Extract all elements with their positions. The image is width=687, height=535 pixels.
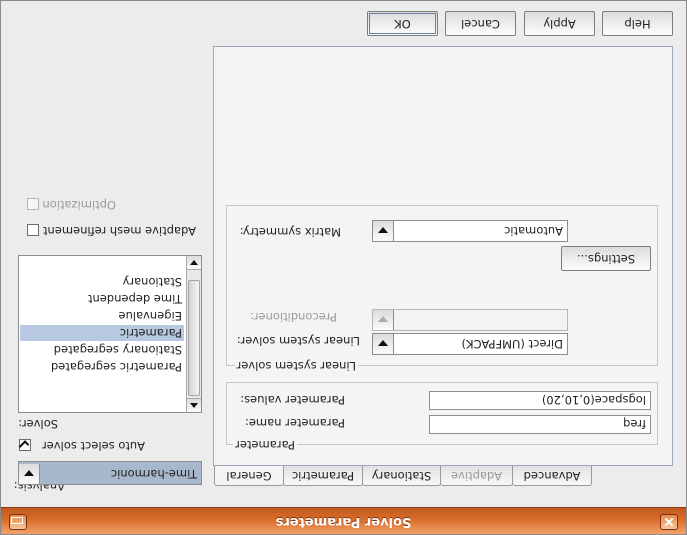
- scroll-down-icon[interactable]: [187, 256, 201, 270]
- tab-parametric[interactable]: Parametric: [283, 466, 363, 486]
- settings-button[interactable]: Settings...: [561, 246, 651, 271]
- apply-button[interactable]: Apply: [524, 11, 595, 36]
- adaptive-mesh-refinement-label: Adaptive mesh refinement: [43, 224, 196, 238]
- analysis-select[interactable]: Time-harmonic: [18, 461, 202, 485]
- cancel-button[interactable]: Cancel: [445, 11, 516, 36]
- parameter-values-field[interactable]: logspace(0,10,20): [429, 391, 651, 410]
- scroll-thumb[interactable]: [188, 280, 200, 396]
- window-title: Solver Parameters: [275, 514, 412, 529]
- optimization-label: Optimization: [42, 198, 116, 212]
- solver-label: Solver:: [18, 417, 58, 431]
- analysis-value: Time-harmonic: [110, 467, 197, 481]
- list-item-selected[interactable]: Parametric: [20, 325, 184, 341]
- general-tab-panel: Parameter Parameter name: freq Parameter…: [213, 46, 673, 466]
- linear-system-solver-value: Direct (UMFPACK): [461, 337, 563, 351]
- tab-advanced[interactable]: Advanced: [512, 466, 592, 486]
- auto-select-solver-checkbox[interactable]: [19, 439, 31, 451]
- list-item[interactable]: Stationary: [20, 274, 184, 290]
- window-menu-icon[interactable]: [9, 514, 27, 530]
- preconditioner-select: [372, 309, 568, 331]
- title-bar[interactable]: Solver Parameters: [1, 507, 686, 534]
- auto-select-solver-label: Auto select solver: [41, 439, 145, 453]
- parameter-name-field[interactable]: freq: [429, 415, 651, 434]
- optimization-checkbox: [27, 198, 39, 210]
- solver-list[interactable]: Stationary Time dependent Eigenvalue Par…: [18, 255, 202, 413]
- parameter-values-label: Parameter values:: [240, 393, 345, 407]
- scroll-up-icon[interactable]: [187, 398, 201, 412]
- tab-stationary[interactable]: Stationary: [362, 466, 441, 486]
- chevron-down-icon[interactable]: [19, 464, 40, 484]
- help-button[interactable]: Help: [602, 11, 673, 36]
- solver-list-scrollbar[interactable]: [186, 256, 201, 412]
- parameter-group-title: Parameter: [233, 438, 297, 452]
- adaptive-mesh-refinement-checkbox[interactable]: [27, 224, 39, 236]
- matrix-symmetry-value: Automatic: [504, 224, 563, 238]
- parameter-name-label: Parameter name:: [245, 416, 345, 430]
- chevron-down-icon[interactable]: [373, 334, 394, 354]
- linear-system-solver-group-title: Linear system solver: [234, 359, 358, 373]
- matrix-symmetry-select[interactable]: Automatic: [372, 220, 568, 242]
- preconditioner-label: Preconditioner:: [250, 310, 337, 324]
- parameter-values-value: logspace(0,10,20): [541, 393, 646, 407]
- chevron-down-icon: [373, 310, 394, 330]
- linear-system-solver-select[interactable]: Direct (UMFPACK): [372, 333, 568, 355]
- linear-system-solver-label: Linear system solver:: [236, 334, 360, 348]
- tab-adaptive: Adaptive: [440, 466, 513, 486]
- matrix-symmetry-label: Matrix symmetry:: [239, 225, 341, 239]
- solver-parameters-dialog: Solver Parameters Analysis: Time-harmoni…: [0, 0, 687, 535]
- tab-general[interactable]: General: [214, 464, 284, 486]
- list-item[interactable]: Eigenvalue: [20, 308, 184, 324]
- parameter-name-value: freq: [623, 417, 646, 431]
- chevron-down-icon[interactable]: [373, 221, 394, 241]
- list-item[interactable]: Stationary segregated: [20, 342, 184, 358]
- list-item[interactable]: Parametric segregated: [20, 359, 184, 375]
- list-item[interactable]: Time dependent: [20, 291, 184, 307]
- ok-button[interactable]: OK: [367, 11, 438, 36]
